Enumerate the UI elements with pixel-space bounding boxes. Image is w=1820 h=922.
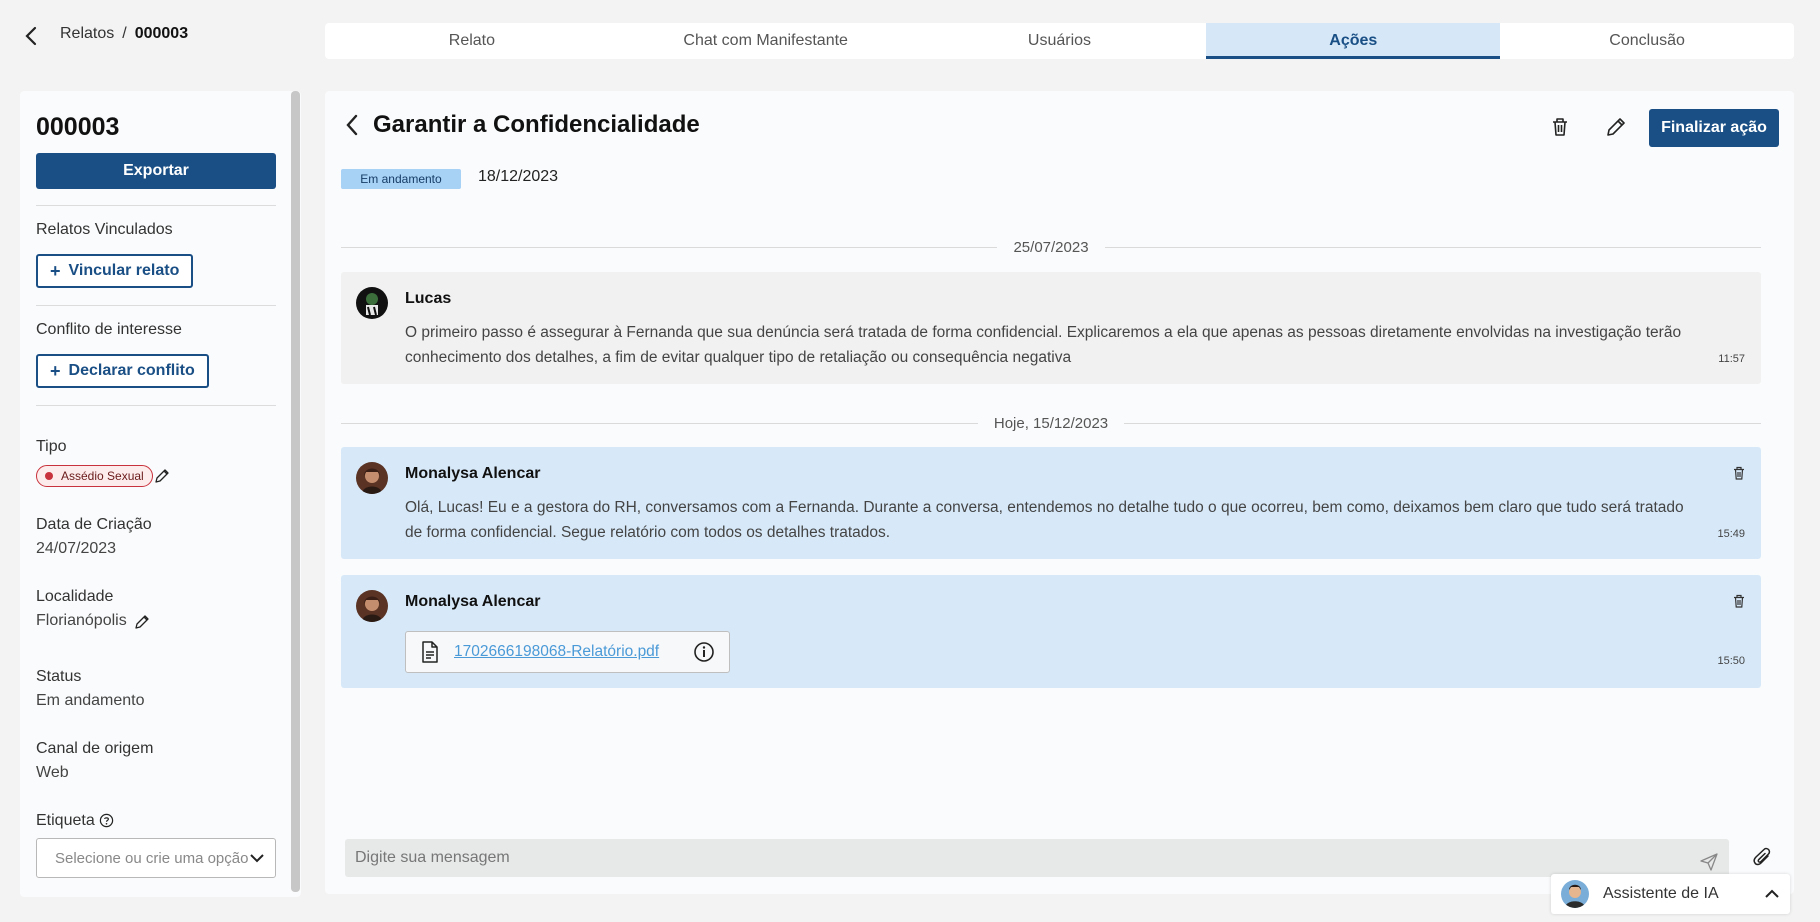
export-button[interactable]: Exportar xyxy=(36,153,276,189)
chevron-down-icon xyxy=(249,850,265,866)
sidebar-scrollbar[interactable] xyxy=(291,91,300,892)
message-author: Monalysa Alencar xyxy=(405,593,541,610)
action-title: Garantir a Confidencialidade xyxy=(373,111,700,138)
help-icon[interactable] xyxy=(99,813,114,828)
plus-icon: + xyxy=(50,360,61,381)
action-date: 18/12/2023 xyxy=(478,168,559,185)
message-input[interactable] xyxy=(355,849,1699,867)
date-separator-label: 25/07/2023 xyxy=(1013,238,1089,256)
tag-select-placeholder: Selecione ou crie uma opção xyxy=(55,849,249,867)
report-code: 000003 xyxy=(36,113,120,141)
edit-location-pencil-icon[interactable] xyxy=(134,614,150,630)
link-report-label: Vincular relato xyxy=(68,262,180,279)
location-label: Localidade xyxy=(36,588,114,605)
breadcrumb-separator: / xyxy=(122,25,127,42)
date-separator: Hoje, 15/12/2023 xyxy=(341,413,1762,433)
tab-usuarios[interactable]: Usuários xyxy=(913,23,1207,59)
message-time: 11:57 xyxy=(1718,353,1745,365)
type-tag: Assédio Sexual xyxy=(36,465,153,487)
declare-conflict-label: Declarar conflito xyxy=(68,362,195,379)
message-time: 15:49 xyxy=(1717,528,1745,540)
avatar xyxy=(356,462,388,494)
attachment-chip: 1702666198068-Relatório.pdf xyxy=(405,631,730,673)
attachment-link[interactable]: 1702666198068-Relatório.pdf xyxy=(454,643,679,661)
assistant-avatar xyxy=(1561,880,1589,908)
tab-relato[interactable]: Relato xyxy=(325,23,619,59)
divider xyxy=(36,305,276,306)
message-author: Lucas xyxy=(405,290,452,307)
send-icon[interactable] xyxy=(1699,852,1719,872)
message-item: Lucas O primeiro passo é assegurar à Fer… xyxy=(341,272,1761,384)
tab-acoes[interactable]: Ações xyxy=(1206,23,1501,59)
message-text: O primeiro passo é assegurar à Fernanda … xyxy=(405,324,1682,366)
tag-select[interactable]: Selecione ou crie uma opção xyxy=(36,838,276,878)
breadcrumb-current: 000003 xyxy=(134,25,189,42)
message-item: Monalysa Alencar Olá, Lucas! Eu e a gest… xyxy=(341,447,1761,559)
document-icon xyxy=(420,641,440,663)
back-arrow-icon[interactable] xyxy=(343,113,361,137)
location-value: Florianópolis xyxy=(36,612,127,629)
created-date-label: Data de Criação xyxy=(36,516,152,533)
action-detail-panel: Garantir a Confidencialidade Finalizar a… xyxy=(325,91,1794,894)
finalize-action-button[interactable]: Finalizar ação xyxy=(1649,109,1779,147)
avatar xyxy=(356,590,388,622)
type-label: Tipo xyxy=(36,438,67,455)
divider xyxy=(36,205,276,206)
channel-value: Web xyxy=(36,764,69,781)
attach-clip-icon[interactable] xyxy=(1752,847,1774,869)
info-icon[interactable] xyxy=(693,641,715,663)
linked-reports-label: Relatos Vinculados xyxy=(36,221,173,238)
delete-message-trash-icon[interactable] xyxy=(1731,593,1747,609)
tag-dot-icon xyxy=(45,472,53,480)
status-label: Status xyxy=(36,668,82,685)
breadcrumb: Relatos / 000003 xyxy=(60,25,188,43)
message-author: Monalysa Alencar xyxy=(405,465,541,482)
edit-type-pencil-icon[interactable] xyxy=(154,468,170,484)
tab-bar: Relato Chat com Manifestante Usuários Aç… xyxy=(325,23,1794,59)
channel-label: Canal de origem xyxy=(36,740,154,757)
tab-conclusao[interactable]: Conclusão xyxy=(1500,23,1794,59)
back-icon[interactable] xyxy=(22,25,42,47)
plus-icon: + xyxy=(50,260,61,281)
edit-action-pencil-icon[interactable] xyxy=(1604,115,1628,139)
report-sidebar: 000003 Exportar Relatos Vinculados + Vin… xyxy=(20,91,301,897)
message-time: 15:50 xyxy=(1717,655,1745,667)
tab-chat-manifestante[interactable]: Chat com Manifestante xyxy=(619,23,913,59)
ai-assistant-toggle[interactable]: Assistente de IA xyxy=(1551,874,1790,914)
message-composer xyxy=(345,839,1729,877)
date-separator: 25/07/2023 xyxy=(341,237,1762,257)
date-separator-label: Hoje, 15/12/2023 xyxy=(993,414,1109,432)
conflict-label: Conflito de interesse xyxy=(36,321,182,338)
created-date-value: 24/07/2023 xyxy=(36,540,117,557)
avatar xyxy=(356,287,388,319)
link-report-button[interactable]: + Vincular relato xyxy=(36,254,194,288)
type-tag-label: Assédio Sexual xyxy=(61,469,144,483)
chevron-up-icon xyxy=(1764,886,1780,902)
message-text: Olá, Lucas! Eu e a gestora do RH, conver… xyxy=(405,499,1684,541)
delete-message-trash-icon[interactable] xyxy=(1731,465,1747,481)
assistant-label: Assistente de IA xyxy=(1603,885,1719,902)
status-badge: Em andamento xyxy=(341,169,461,189)
tag-field-label-text: Etiqueta xyxy=(36,812,95,829)
delete-action-trash-icon[interactable] xyxy=(1548,115,1572,139)
breadcrumb-parent-link[interactable]: Relatos xyxy=(60,25,114,43)
status-value: Em andamento xyxy=(36,692,145,709)
declare-conflict-button[interactable]: + Declarar conflito xyxy=(36,354,209,388)
tag-field-label: Etiqueta xyxy=(36,812,114,830)
message-item: Monalysa Alencar 1702666198068-Relatório… xyxy=(341,575,1761,688)
divider xyxy=(36,405,276,406)
